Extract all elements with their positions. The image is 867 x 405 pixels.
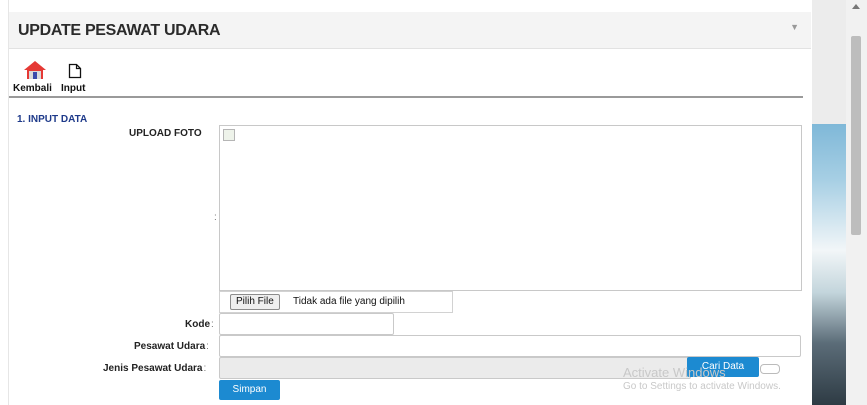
- panel-header: UPDATE PESAWAT UDARA ▼: [9, 12, 811, 49]
- back-label: Kembali: [13, 83, 52, 94]
- update-panel: UPDATE PESAWAT UDARA ▼ Kembali Input 1. …: [8, 0, 811, 405]
- scrollbar[interactable]: [846, 0, 867, 405]
- chevron-down-icon[interactable]: ▼: [790, 22, 799, 32]
- jenis-pesawat-label: Jenis Pesawat Udara:: [103, 363, 207, 374]
- watermark-subtitle: Go to Settings to activate Windows.: [623, 381, 781, 392]
- toggle-switch[interactable]: [760, 364, 780, 374]
- upload-photo-label: UPLOAD FOTO: [129, 128, 202, 139]
- pesawat-udara-field[interactable]: [219, 335, 801, 357]
- upload-colon: :: [214, 212, 217, 223]
- desktop-wallpaper: [812, 124, 846, 405]
- jenis-pesawat-field[interactable]: [219, 357, 691, 379]
- page-title: UPDATE PESAWAT UDARA: [18, 22, 221, 39]
- photo-preview: [219, 125, 802, 291]
- toolbar: Kembali Input: [9, 58, 803, 98]
- kode-label: Kode:: [185, 319, 214, 330]
- home-icon: [23, 60, 47, 83]
- save-button[interactable]: Simpan: [219, 380, 280, 400]
- broken-image-icon: [223, 129, 235, 141]
- kode-field[interactable]: [219, 313, 394, 335]
- file-input[interactable]: Pilih File Tidak ada file yang dipilih: [219, 291, 453, 313]
- choose-file-button[interactable]: Pilih File: [230, 294, 280, 310]
- file-status: Tidak ada file yang dipilih: [293, 296, 405, 307]
- scroll-up-icon[interactable]: [852, 4, 860, 9]
- watermark-title: Activate Windows: [623, 365, 726, 380]
- pesawat-udara-label: Pesawat Udara:: [134, 341, 209, 352]
- document-icon: [68, 63, 82, 82]
- input-label: Input: [61, 83, 86, 94]
- scroll-thumb[interactable]: [851, 36, 861, 235]
- section-title: 1. INPUT DATA: [17, 114, 88, 125]
